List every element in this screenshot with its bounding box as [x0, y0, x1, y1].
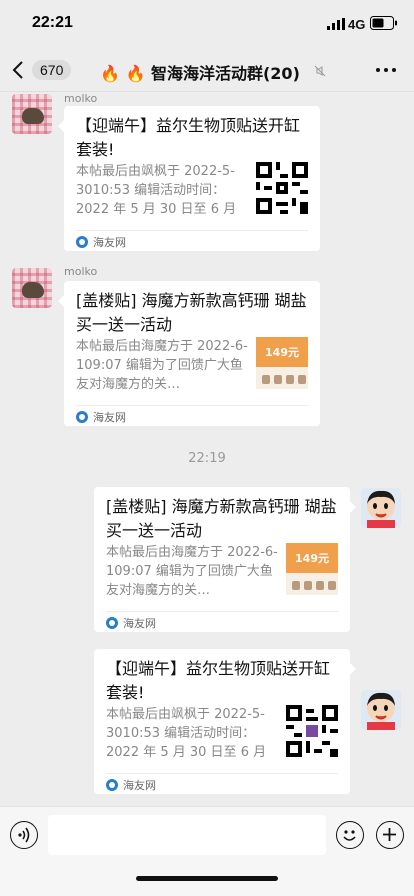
network-label: 4G — [348, 17, 366, 32]
card-source: 海友网 — [76, 409, 126, 425]
plus-icon — [383, 828, 396, 841]
product-jars-image — [256, 367, 308, 389]
card-divider — [76, 230, 308, 231]
dot-icon — [384, 68, 388, 72]
cartoon-avatar-image — [361, 488, 401, 528]
source-name: 海友网 — [93, 411, 126, 424]
card-description: 本帖最后由海魔方于 2022-6-109:07 编辑为了回馈广大鱼友对海魔方的关… — [76, 339, 248, 392]
dot-icon — [392, 68, 396, 72]
source-logo-icon — [106, 617, 118, 629]
source-logo-icon — [76, 411, 88, 423]
source-logo-icon — [106, 779, 118, 791]
avatar-image — [12, 94, 52, 134]
shared-link-card[interactable]: [盖楼贴] 海魔方新款高钙珊 瑚盐买一送一活动 本帖最后由海魔方于 2022-6… — [58, 281, 320, 426]
avatar-self[interactable] — [361, 488, 401, 528]
source-name: 海友网 — [123, 617, 156, 630]
home-indicator[interactable] — [136, 876, 278, 881]
cartoon-avatar-image — [361, 690, 401, 730]
source-name: 海友网 — [93, 236, 126, 249]
chevron-left-icon — [8, 56, 28, 84]
source-name: 海友网 — [123, 779, 156, 792]
back-button[interactable]: 670 — [8, 56, 78, 84]
signal-icon — [327, 18, 345, 30]
qr-code-thumbnail — [256, 162, 308, 214]
unread-count-badge: 670 — [32, 60, 72, 80]
mute-icon — [314, 65, 326, 77]
card-divider — [76, 405, 308, 406]
message-input[interactable] — [48, 815, 326, 855]
sender-name: molko — [64, 265, 98, 278]
shared-link-card[interactable]: 【迎端午】益尔生物顶贴送开缸套装! 本帖最后由飒枫于 2022-5-3010:5… — [94, 649, 356, 794]
status-bar: 22:21 4G — [0, 0, 414, 48]
more-actions-button[interactable] — [376, 821, 404, 849]
card-source: 海友网 — [106, 777, 156, 793]
smiley-icon — [343, 830, 356, 841]
promo-thumbnail: 149元 — [256, 337, 308, 389]
card-title: [盖楼贴] 海魔方新款高钙珊 瑚盐买一送一活动 — [106, 497, 337, 540]
promo-price: 149元 — [286, 543, 338, 573]
promo-price: 149元 — [256, 337, 308, 367]
more-options-button[interactable] — [372, 58, 400, 82]
card-description: 本帖最后由飒枫于 2022-5-3010:53 编辑活动时间：2022 年 5 … — [76, 164, 237, 217]
voice-input-button[interactable] — [10, 821, 38, 849]
card-title: 【迎端午】益尔生物顶贴送开缸套装! — [106, 659, 331, 702]
qr-code-thumbnail — [286, 705, 338, 757]
avatar-molko[interactable] — [12, 94, 52, 134]
emoji-button[interactable] — [336, 821, 364, 849]
card-title: [盖楼贴] 海魔方新款高钙珊 瑚盐买一送一活动 — [76, 291, 307, 334]
product-jars-image — [286, 573, 338, 595]
shared-link-card[interactable]: [盖楼贴] 海魔方新款高钙珊 瑚盐买一送一活动 本帖最后由海魔方于 2022-6… — [94, 487, 356, 632]
card-source: 海友网 — [106, 615, 156, 631]
shared-link-card[interactable]: 【迎端午】益尔生物顶贴送开缸套装! 本帖最后由飒枫于 2022-5-3010:5… — [58, 106, 320, 251]
avatar-molko[interactable] — [12, 268, 52, 308]
input-bar — [0, 806, 414, 896]
card-description: 本帖最后由飒枫于 2022-5-3010:53 编辑活动时间：2022 年 5 … — [106, 707, 267, 760]
chat-timestamp: 22:19 — [188, 451, 226, 466]
chat-header: 670 🔥 🔥 智海海洋活动群(20) — [0, 48, 414, 92]
avatar-image — [12, 268, 52, 308]
card-description: 本帖最后由海魔方于 2022-6-109:07 编辑为了回馈广大鱼友对海魔方的关… — [106, 545, 278, 598]
chat-title: 🔥 🔥 智海海洋活动群(20) — [100, 64, 300, 83]
card-title: 【迎端午】益尔生物顶贴送开缸套装! — [76, 116, 301, 159]
promo-thumbnail: 149元 — [286, 543, 338, 595]
voice-icon — [18, 827, 30, 843]
card-divider — [106, 773, 338, 774]
card-divider — [106, 611, 338, 612]
dot-icon — [376, 68, 380, 72]
avatar-self[interactable] — [361, 690, 401, 730]
source-logo-icon — [76, 236, 88, 248]
sender-name: molko — [64, 92, 98, 105]
card-source: 海友网 — [76, 234, 126, 250]
status-time: 22:21 — [32, 14, 73, 31]
battery-icon — [370, 16, 397, 30]
